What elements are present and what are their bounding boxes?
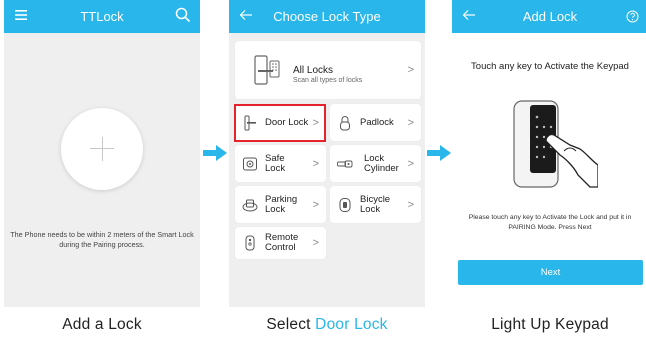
lock-type-lock-cylinder[interactable]: Lock Cylinder > [330, 145, 421, 182]
hamburger-menu-icon[interactable] [14, 8, 28, 27]
step-caption-1: Add a Lock [62, 316, 142, 333]
lock-cylinder-icon [337, 156, 353, 172]
chevron-right-icon: > [312, 157, 319, 170]
app-title: TTLock [80, 9, 124, 24]
lock-type-label: Safe Lock [265, 152, 286, 174]
screen-title: Choose Lock Type [273, 9, 381, 24]
chevron-right-icon: > [407, 64, 414, 76]
keypad-instruction-heading: Touch any key to Activate the Keypad [471, 61, 629, 72]
back-arrow-icon[interactable] [462, 8, 476, 27]
search-icon[interactable] [175, 7, 191, 28]
screen-add-lock-home: TTLock The Phone needs to be within 2 me… [4, 0, 200, 307]
lock-type-bicycle-lock[interactable]: Bicycle Lock > [330, 186, 421, 223]
screen-add-lock-keypad: Add Lock Touch any key to Activate the K… [452, 0, 646, 307]
keypad-touch-illustration-icon [504, 95, 599, 196]
pairing-distance-hint: The Phone needs to be within 2 meters of… [10, 230, 194, 249]
lock-type-label: Padlock [360, 116, 394, 128]
parking-lock-icon [242, 197, 258, 213]
add-lock-button[interactable] [61, 108, 143, 190]
keypad-lock-icon [251, 53, 285, 92]
chevron-right-icon: > [407, 157, 414, 170]
arrow-right-icon [203, 145, 227, 166]
lock-type-label: Remote Control [265, 232, 299, 253]
lock-type-label: Bicycle Lock [360, 193, 391, 215]
screen-title: Add Lock [522, 9, 578, 24]
lock-type-padlock[interactable]: Padlock > [330, 104, 421, 141]
chevron-right-icon: > [407, 116, 414, 129]
lock-type-label: Lock Cylinder [364, 152, 399, 174]
remote-control-icon [242, 235, 258, 251]
all-locks-label: All Locks [293, 65, 334, 76]
pairing-mode-hint: Please touch any key to Activate the Loc… [468, 214, 632, 231]
step-caption-3: Light Up Keypad [491, 316, 609, 333]
all-locks-option[interactable]: All Locks Scan all types of locks > [235, 41, 421, 99]
back-arrow-icon[interactable] [239, 8, 253, 27]
all-locks-sublabel: Scan all types of locks [293, 77, 363, 84]
chevron-right-icon: > [312, 237, 319, 249]
screen-choose-lock-type: Choose Lock Type All Locks Scan all type… [229, 0, 425, 307]
app-bar: Add Lock [452, 0, 646, 33]
lock-type-label: Parking Lock [265, 193, 298, 215]
arrow-right-icon [427, 145, 451, 166]
chevron-right-icon: > [407, 198, 414, 211]
lock-type-remote-control[interactable]: Remote Control > [235, 227, 326, 259]
lock-type-safe-lock[interactable]: Safe Lock > [235, 145, 326, 182]
bicycle-lock-icon [337, 197, 353, 213]
safe-icon [242, 156, 258, 172]
step-caption-2-prefix: Select [266, 316, 311, 333]
step-caption-2-accent: Door Lock [315, 316, 388, 333]
app-bar: TTLock [4, 0, 200, 33]
lock-type-parking-lock[interactable]: Parking Lock > [235, 186, 326, 223]
help-icon[interactable] [626, 10, 639, 28]
step-caption-2: Select Door Lock [229, 316, 425, 334]
app-bar: Choose Lock Type [229, 0, 425, 33]
padlock-icon [337, 115, 353, 131]
door-lock-highlight [234, 104, 326, 142]
next-button[interactable]: Next [458, 260, 643, 285]
chevron-right-icon: > [312, 198, 319, 211]
